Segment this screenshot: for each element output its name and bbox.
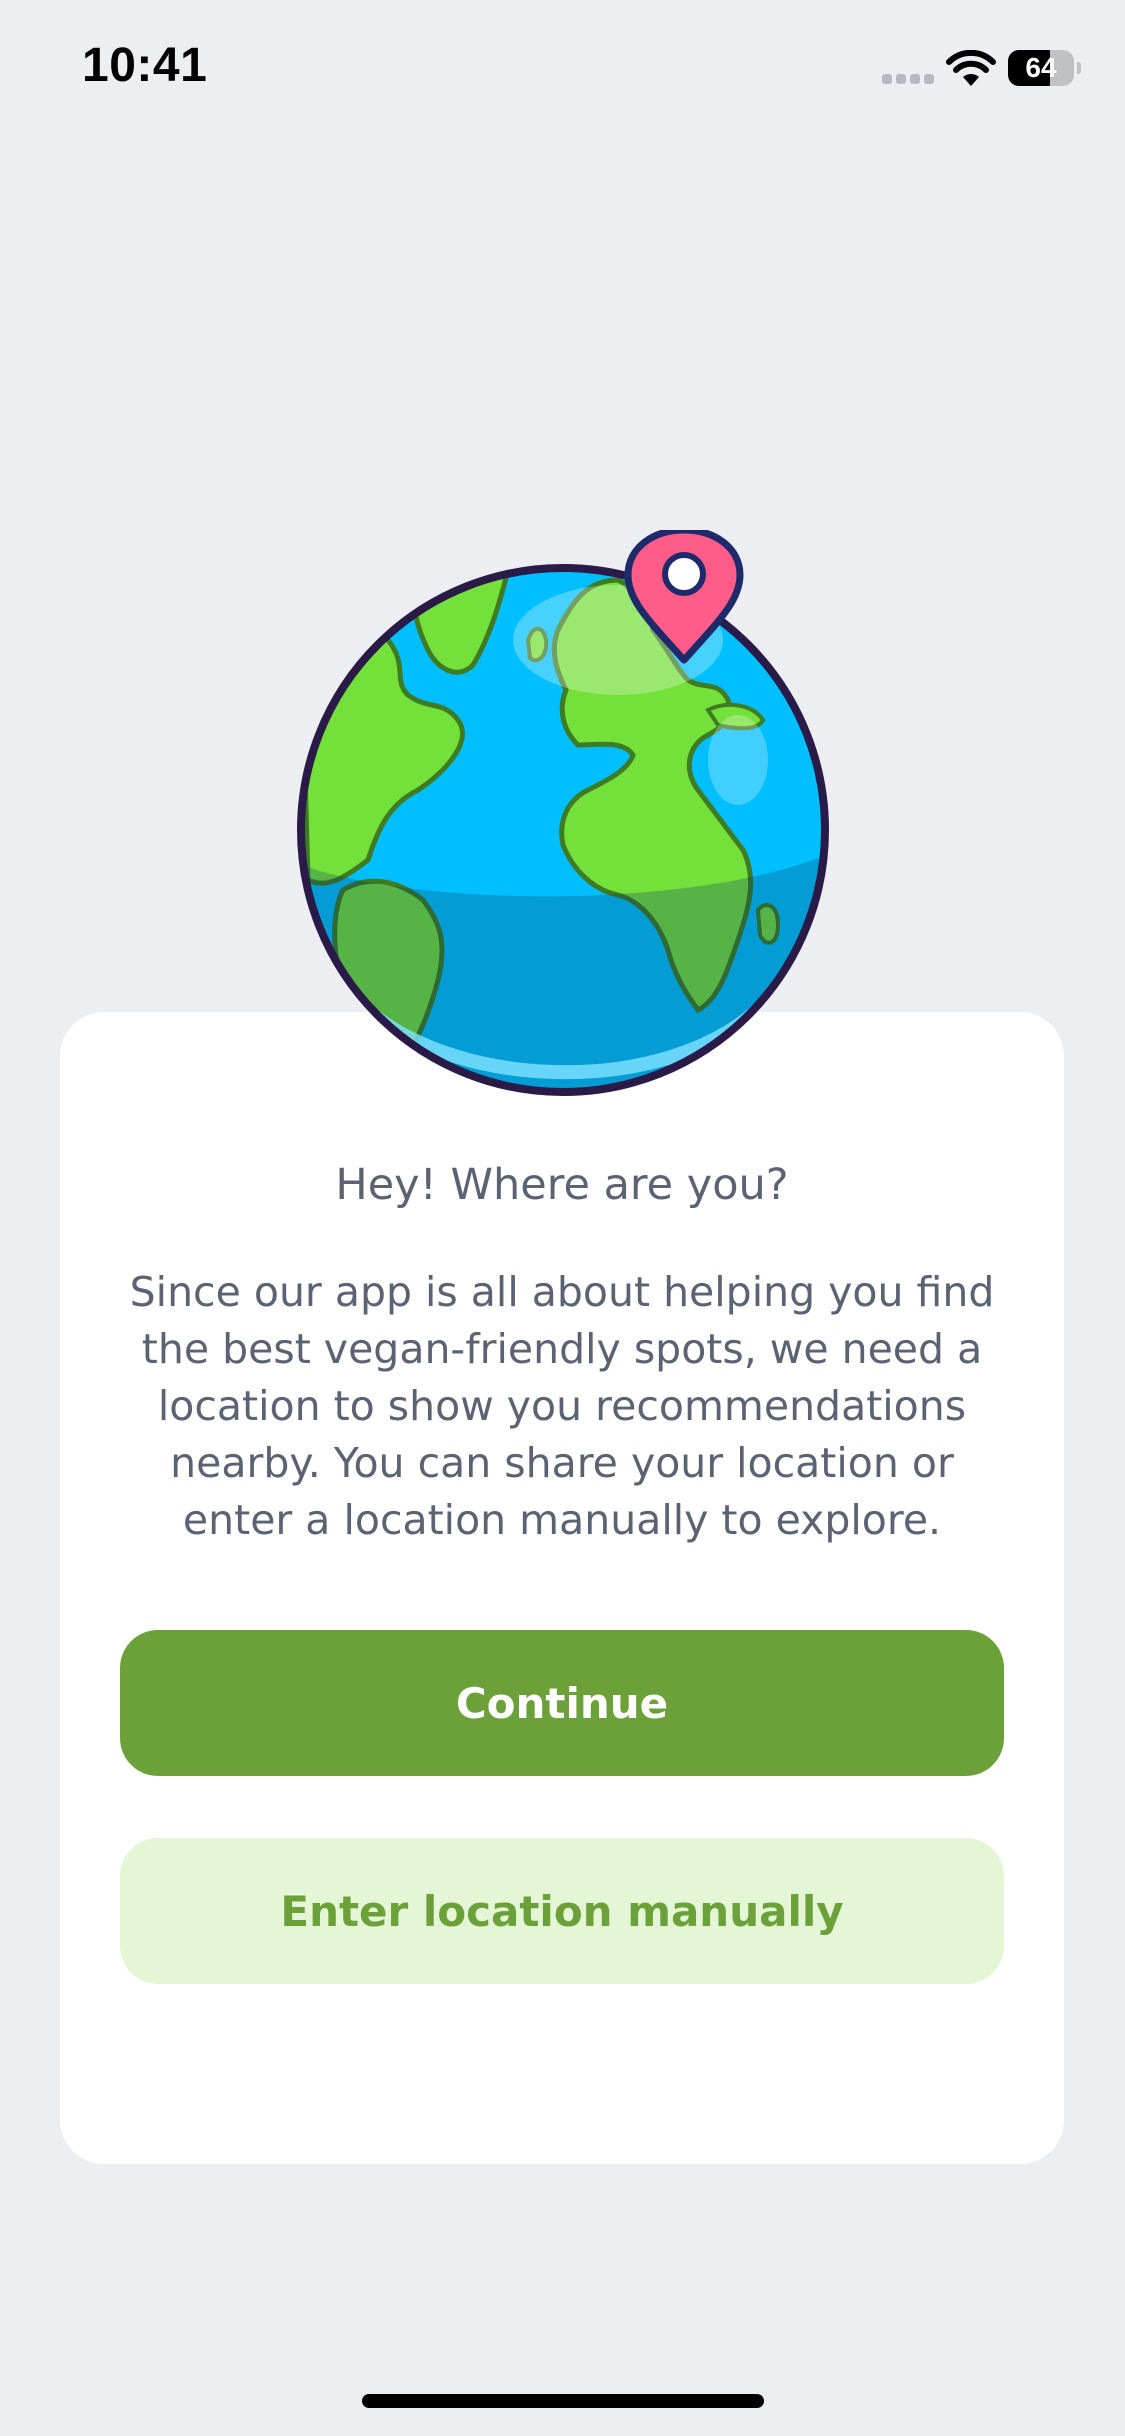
card-description: Since our app is all about helping you f… [129,1268,995,1544]
status-time: 10:41 [82,39,208,92]
continue-button[interactable]: Continue [120,1630,1004,1776]
status-bar: 10:41 64 [0,0,1125,140]
home-indicator[interactable] [362,2394,764,2408]
signal-icon [882,74,934,86]
battery-icon: 64 [1008,50,1081,88]
wifi-icon [946,50,996,86]
enter-location-manually-button[interactable]: Enter location manually [120,1838,1004,1984]
battery-level: 64 [1025,52,1057,83]
globe-with-location-pin-icon [297,530,829,1096]
card-title: Hey! Where are you? [335,1160,789,1210]
